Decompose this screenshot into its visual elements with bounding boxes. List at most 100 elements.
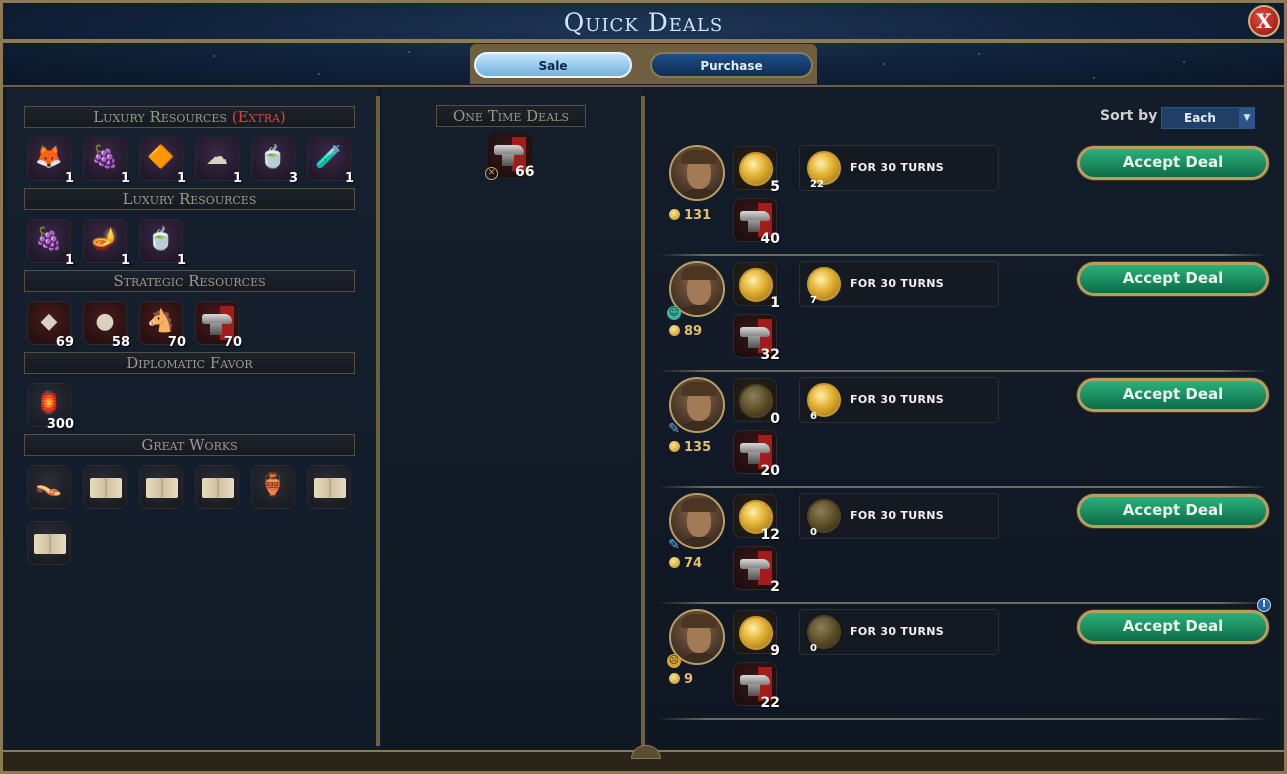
turns-label: FOR 30 TURNS bbox=[850, 625, 944, 638]
resource-slot[interactable]: 👡 bbox=[27, 465, 71, 509]
resource-slot[interactable] bbox=[195, 465, 239, 509]
resource-slot[interactable]: ● 58 bbox=[83, 301, 130, 350]
leader-gold-value: 135 bbox=[684, 440, 712, 455]
resource-slot[interactable]: 70 bbox=[195, 301, 242, 350]
gold-coin-icon bbox=[669, 209, 680, 220]
stone-icon: ● bbox=[95, 309, 115, 334]
tea-icon: 🍵 bbox=[259, 145, 287, 170]
resource-slot[interactable]: 🦊 1 bbox=[27, 137, 74, 186]
book-icon bbox=[90, 478, 122, 498]
gold-offer-qty: 9 bbox=[770, 643, 780, 659]
per-turn-offer[interactable]: 0 FOR 30 TURNS bbox=[799, 493, 999, 539]
bottom-bar bbox=[3, 745, 1284, 771]
section-title: Luxury Resources bbox=[93, 108, 227, 126]
resource-slot[interactable]: 🧪 1 bbox=[307, 137, 354, 186]
leader-gold: 89 bbox=[669, 324, 702, 339]
resource-slot[interactable]: 🍵 3 bbox=[251, 137, 298, 186]
one-time-deals-panel bbox=[382, 88, 642, 750]
iron-offer-slot[interactable]: 20 bbox=[733, 430, 780, 479]
sort-dropdown[interactable]: Each ▼ bbox=[1161, 107, 1255, 129]
resource-qty: 1 bbox=[176, 253, 186, 268]
gold-offer-slot[interactable]: 0 bbox=[733, 378, 780, 427]
per-turn-offer[interactable]: 0 FOR 30 TURNS bbox=[799, 609, 999, 655]
iron-offer-slot[interactable]: 2 bbox=[733, 546, 780, 595]
resource-slot[interactable]: 🍇 1 bbox=[83, 137, 130, 186]
happy-mood-icon: ☺ bbox=[667, 306, 681, 320]
per-turn-offer[interactable]: 7 FOR 30 TURNS bbox=[799, 261, 999, 307]
deal-row: ☹ 9 9 22 0 FOR 30 TURNS Accept Deal! bbox=[657, 598, 1272, 720]
book-icon bbox=[202, 478, 234, 498]
alert-badge-icon: ! bbox=[1257, 598, 1271, 612]
tab-sale[interactable]: Sale bbox=[474, 52, 632, 78]
sort-label: Sort by bbox=[1100, 108, 1158, 124]
resource-slot[interactable]: 🍇 1 bbox=[27, 219, 74, 268]
accept-deal-button[interactable]: Accept Deal bbox=[1077, 378, 1269, 412]
resource-slot[interactable]: 🐴 70 bbox=[139, 301, 186, 350]
tab-bar: Sale Purchase bbox=[470, 44, 817, 84]
section-luxury-extra: Luxury Resources (Extra) bbox=[24, 106, 355, 128]
favor-lamp-icon: 🏮 bbox=[35, 391, 63, 416]
iron-offer-slot[interactable]: 32 bbox=[733, 314, 780, 363]
tab-purchase[interactable]: Purchase bbox=[650, 52, 813, 78]
book-icon bbox=[314, 478, 346, 498]
resource-slot[interactable]: 🍵 1 bbox=[139, 219, 186, 268]
per-turn-offer[interactable]: 6 FOR 30 TURNS bbox=[799, 377, 999, 423]
iron-offer-slot[interactable]: 40 bbox=[733, 198, 780, 247]
sandals-artifact-icon: 👡 bbox=[35, 473, 63, 498]
gold-offer-slot[interactable]: 1 bbox=[733, 262, 780, 311]
resource-slot[interactable]: ☁ 1 bbox=[195, 137, 242, 186]
resource-qty: 58 bbox=[111, 335, 130, 350]
iron-offer-qty: 40 bbox=[760, 231, 780, 247]
gold-offer-qty: 12 bbox=[760, 527, 780, 543]
cancel-deal-icon[interactable]: ✕ bbox=[485, 167, 498, 180]
turns-label: FOR 30 TURNS bbox=[850, 393, 944, 406]
per-turn-offer[interactable]: 22 FOR 30 TURNS bbox=[799, 145, 999, 191]
gold-offer-qty: 1 bbox=[770, 295, 780, 311]
sort-value: Each bbox=[1184, 111, 1216, 125]
per-turn-qty: 0 bbox=[810, 643, 817, 654]
per-turn-qty: 0 bbox=[810, 527, 817, 538]
gold-coin-icon bbox=[739, 384, 773, 418]
window-title: Quick Deals bbox=[563, 8, 724, 37]
gold-offer-slot[interactable]: 5 bbox=[733, 146, 780, 195]
leader-gold: 131 bbox=[669, 208, 711, 223]
leader-gold-value: 89 bbox=[684, 324, 703, 339]
resource-qty: 1 bbox=[64, 253, 74, 268]
resource-slot[interactable]: 🔶 1 bbox=[139, 137, 186, 186]
deal-row: ✎ 135 0 20 6 FOR 30 TURNS Accept Deal bbox=[657, 372, 1272, 488]
grapes-icon: 🍇 bbox=[91, 145, 119, 170]
pot-artifact-icon: 🏺 bbox=[259, 473, 287, 498]
leader-portrait[interactable] bbox=[669, 145, 725, 201]
per-turn-qty: 7 bbox=[810, 295, 817, 306]
resource-slot[interactable]: ◆ 69 bbox=[27, 301, 74, 350]
deal-row: ✎ 74 12 2 0 FOR 30 TURNS Accept Deal bbox=[657, 488, 1272, 604]
leader-gold: 74 bbox=[669, 556, 702, 571]
per-turn-qty: 22 bbox=[810, 179, 824, 190]
section-diplomatic-favor: Diplomatic Favor bbox=[24, 352, 355, 374]
tea-icon: 🍵 bbox=[147, 227, 175, 252]
resource-slot[interactable] bbox=[307, 465, 351, 509]
gold-offer-slot[interactable]: 12 bbox=[733, 494, 780, 543]
resource-slot[interactable] bbox=[27, 521, 71, 565]
accept-deal-button[interactable]: Accept Deal bbox=[1077, 610, 1269, 644]
resource-slot[interactable]: 🪔 1 bbox=[83, 219, 130, 268]
gold-offer-qty: 5 bbox=[770, 179, 780, 195]
resource-slot[interactable]: 🏮 300 bbox=[27, 383, 74, 432]
iron-offer-qty: 2 bbox=[770, 579, 780, 595]
unhappy-mood-icon: ☹ bbox=[667, 654, 681, 668]
accept-deal-button[interactable]: Accept Deal bbox=[1077, 262, 1269, 296]
column-divider bbox=[376, 96, 380, 746]
resource-slot[interactable] bbox=[83, 465, 127, 509]
iron-offer-slot[interactable]: 22 bbox=[733, 662, 780, 711]
resource-slot[interactable]: 🏺 bbox=[251, 465, 295, 509]
accept-deal-button[interactable]: Accept Deal bbox=[1077, 146, 1269, 180]
accept-deal-button[interactable]: Accept Deal bbox=[1077, 494, 1269, 528]
close-button[interactable]: X bbox=[1248, 5, 1280, 37]
gold-offer-slot[interactable]: 9 bbox=[733, 610, 780, 659]
resource-slot[interactable] bbox=[139, 465, 183, 509]
resource-qty: 300 bbox=[46, 417, 74, 432]
gold-coin-icon bbox=[669, 557, 680, 568]
resource-qty: 70 bbox=[223, 335, 242, 350]
turns-label: FOR 30 TURNS bbox=[850, 509, 944, 522]
iron-offer-qty: 20 bbox=[760, 463, 780, 479]
